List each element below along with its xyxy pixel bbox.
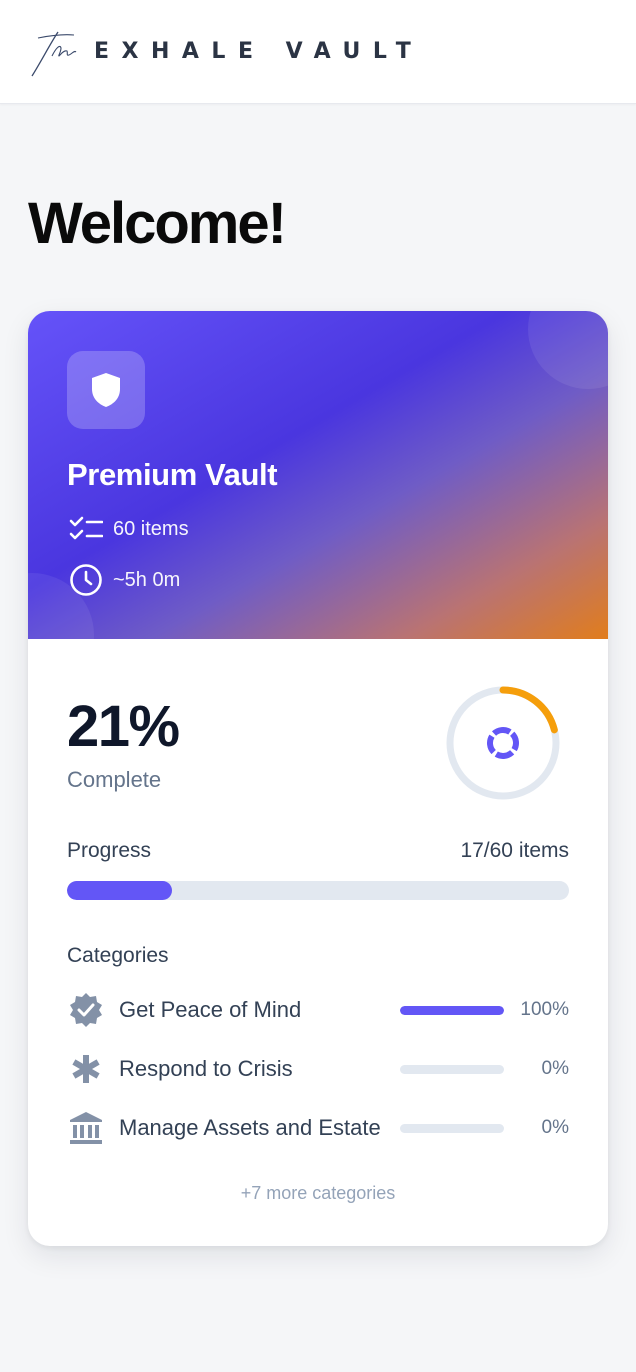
category-progress-bar: [400, 1065, 504, 1074]
brand-name: EXHALE VAULT: [94, 39, 424, 64]
more-categories-link[interactable]: +7 more categories: [28, 1183, 608, 1204]
category-row[interactable]: Respond to Crisis 0%: [67, 1050, 569, 1090]
vault-item-count: 60 items: [69, 511, 189, 547]
vault-title: Premium Vault: [67, 457, 278, 492]
category-row[interactable]: Manage Assets and Estate 0%: [67, 1109, 569, 1149]
duration-text: ~5h 0m: [113, 568, 181, 591]
brand-logo[interactable]: EXHALE VAULT: [26, 26, 426, 78]
category-percent: 0%: [541, 1058, 569, 1079]
progress-bar: [67, 881, 569, 900]
shield-icon: [92, 373, 120, 407]
category-progress-fill: [400, 1006, 504, 1015]
category-row[interactable]: Get Peace of Mind 100%: [67, 991, 569, 1031]
vault-duration: ~5h 0m: [69, 562, 180, 598]
clock-icon: [70, 564, 102, 596]
item-count-text: 60 items: [113, 517, 189, 540]
vault-icon-container: [67, 351, 145, 429]
vault-card[interactable]: Premium Vault 60 items ~5h 0m 21% Comple…: [28, 311, 608, 1246]
completion-percent: 21%: [67, 694, 180, 759]
decorative-circle: [528, 311, 608, 389]
logo-script-mark: [31, 31, 77, 77]
progress-bar-fill: [67, 881, 173, 900]
categories-heading: Categories: [67, 944, 169, 967]
asterisk-icon: [72, 1055, 100, 1083]
vault-card-header: Premium Vault 60 items ~5h 0m: [28, 311, 608, 639]
progress-count: 17/60 items: [460, 839, 569, 862]
progress-ring: [446, 686, 560, 800]
category-name: Get Peace of Mind: [119, 997, 302, 1022]
progress-label: Progress: [67, 839, 152, 862]
top-bar: EXHALE VAULT: [0, 0, 636, 104]
category-percent: 100%: [520, 999, 569, 1020]
category-progress-bar: [400, 1006, 504, 1015]
category-progress-bar: [400, 1124, 504, 1133]
bank-icon: [70, 1112, 102, 1144]
verified-badge-icon: [70, 993, 102, 1027]
checklist-icon: [69, 516, 103, 540]
category-name: Manage Assets and Estate: [119, 1115, 381, 1140]
category-percent: 0%: [541, 1117, 569, 1138]
page-title: Welcome!: [28, 191, 287, 256]
category-name: Respond to Crisis: [119, 1056, 293, 1081]
completion-label: Complete: [67, 767, 162, 792]
loading-spinner-icon: [487, 727, 519, 759]
